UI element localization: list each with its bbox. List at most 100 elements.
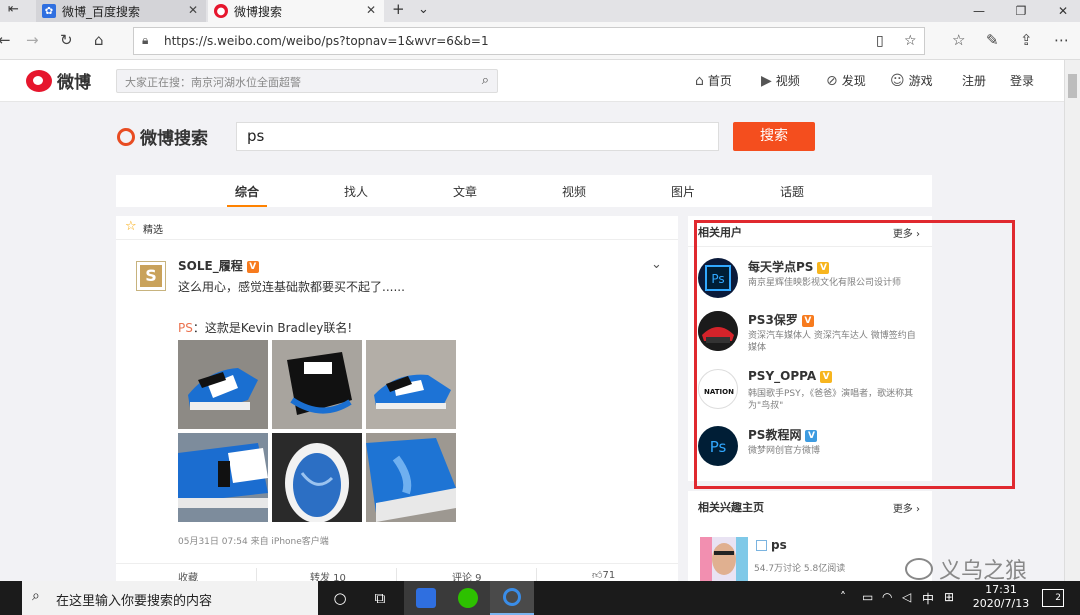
post-photo[interactable] — [366, 433, 456, 522]
close-window-icon[interactable]: ✕ — [1046, 0, 1080, 22]
address-bar[interactable]: 🔒︎ https://s.weibo.com/weibo/ps?topnav=1… — [133, 27, 925, 55]
post-author[interactable]: SOLE_履程 V — [178, 257, 259, 274]
ime-mode-icon[interactable]: ⊞ — [944, 590, 954, 604]
cortana-icon[interactable]: ○ — [318, 581, 362, 615]
search-button[interactable]: 搜索 — [733, 122, 815, 151]
taskbar-search-placeholder: 在这里输入你要搜索的内容 — [56, 594, 213, 609]
nav-label: 首页 — [707, 74, 732, 88]
url-text[interactable]: https://s.weibo.com/weibo/ps?topnav=1&wv… — [164, 34, 489, 48]
start-button[interactable] — [0, 581, 20, 615]
scroll-thumb[interactable] — [1068, 74, 1077, 98]
new-tab-icon[interactable]: + — [392, 0, 405, 18]
share-icon[interactable]: ⇪ — [1020, 31, 1033, 49]
nav-label: 注册 — [962, 74, 987, 88]
weibo-logo[interactable]: 微博 — [26, 68, 91, 93]
edge-app-icon[interactable] — [490, 581, 534, 615]
search-icon: ⌕ — [32, 588, 40, 604]
login-link[interactable]: 登录 — [1010, 72, 1034, 89]
post-photo[interactable] — [178, 340, 268, 429]
repost-button[interactable]: 转发 10 — [310, 569, 346, 581]
highlight-box — [694, 220, 1015, 489]
close-icon[interactable]: ✕ — [366, 3, 376, 17]
divider — [256, 568, 257, 581]
home-icon: ⌂ — [695, 72, 704, 89]
topic-name[interactable]: ps — [756, 538, 787, 552]
taskbar-search[interactable]: ⌕ 在这里输入你要搜索的内容 — [22, 581, 318, 615]
chevron-up-icon[interactable]: ˄ — [840, 590, 846, 604]
tab-images[interactable]: 图片 — [671, 183, 695, 200]
register-link[interactable]: 注册 — [962, 72, 986, 89]
favorites-icon[interactable]: ☆ — [952, 31, 965, 49]
wechat-app-icon[interactable] — [446, 581, 490, 615]
tab-actions-icon[interactable]: ⇤ — [8, 2, 19, 17]
topic-thumbnail[interactable] — [700, 537, 748, 581]
clock-date: 2020/7/13 — [972, 597, 1030, 610]
comment-button[interactable]: 评论 9 — [452, 569, 482, 581]
notification-button[interactable]: 2 — [1042, 589, 1064, 607]
like-button[interactable]: 👍︎71 — [592, 569, 615, 581]
more-icon[interactable]: ⋯ — [1054, 31, 1069, 49]
post-photo[interactable] — [272, 340, 362, 429]
divider — [536, 568, 537, 581]
tab-comprehensive[interactable]: 综合 — [235, 183, 259, 200]
query-input[interactable]: ps — [236, 122, 719, 151]
verified-badge-icon: V — [246, 260, 259, 273]
nav-home[interactable]: ⌂ 首页 — [695, 72, 732, 89]
nav-video[interactable]: ▶ 视频 — [761, 72, 800, 89]
pen-icon[interactable]: ✎ — [986, 31, 999, 49]
divider — [396, 568, 397, 581]
baidu-app-icon[interactable] — [404, 581, 448, 615]
featured-bar: ☆ 精选 — [116, 216, 678, 240]
browser-nav-bar: ← → ↻ ⌂ 🔒︎ https://s.weibo.com/weibo/ps?… — [0, 22, 1080, 60]
post-photo[interactable] — [366, 340, 456, 429]
nav-discover[interactable]: ⊘ 发现 — [826, 72, 866, 89]
video-icon: ▶ — [761, 72, 772, 89]
reading-view-icon[interactable]: ▯ — [876, 33, 884, 49]
related-topics-title: 相关兴趣主页 — [698, 501, 764, 514]
header-search-input[interactable]: 大家正在搜：南京河湖水位全面超警 ⌕ — [116, 69, 498, 93]
avatar-letter: S — [140, 265, 162, 287]
clock[interactable]: 17:31 2020/7/13 — [968, 583, 1034, 611]
page-scrollbar[interactable] — [1064, 60, 1080, 581]
more-topics-link[interactable]: 更多 › — [893, 500, 920, 515]
browser-tab-strip: ⇤ ✿ 微博_百度搜索 ✕ ● 微博搜索 ✕ + ⌄ — ❐ ✕ — [0, 0, 1080, 22]
active-tab-indicator — [227, 205, 267, 207]
maximize-icon[interactable]: ❐ — [1004, 0, 1038, 22]
search-icon[interactable]: ⌕ — [482, 73, 489, 88]
minimize-icon[interactable]: — — [962, 0, 996, 22]
browser-tab-weibo[interactable]: ● 微博搜索 ✕ — [208, 0, 384, 22]
battery-icon[interactable]: ▭ — [862, 590, 873, 604]
back-icon[interactable]: ← — [0, 31, 11, 49]
wechat-icon — [905, 558, 933, 580]
windows-taskbar: ⌕ 在这里输入你要搜索的内容 ○ ⧉ ˄ ▭ ◠ ◁ 中 ⊞ 17:31 202… — [0, 581, 1080, 615]
post-ps-line: PS：这款是Kevin Bradley联名! — [178, 319, 352, 336]
notification-count: 2 — [1055, 593, 1061, 603]
refresh-icon[interactable]: ↻ — [60, 31, 73, 49]
ime-indicator[interactable]: 中 — [922, 590, 934, 607]
home-icon[interactable]: ⌂ — [94, 31, 104, 49]
chevron-down-icon[interactable]: ⌄ — [418, 2, 429, 17]
like-count: 71 — [602, 570, 616, 581]
favorite-star-icon[interactable]: ☆ — [904, 33, 917, 49]
task-view-icon[interactable]: ⧉ — [358, 581, 402, 615]
thumbs-up-icon: 👍︎ — [592, 570, 603, 581]
chevron-down-icon[interactable]: ⌄ — [651, 257, 662, 272]
volume-icon[interactable]: ◁ — [902, 590, 911, 604]
tab-videos[interactable]: 视频 — [562, 183, 586, 200]
wifi-icon[interactable]: ◠ — [882, 590, 892, 604]
tab-people[interactable]: 找人 — [344, 183, 368, 200]
close-icon[interactable]: ✕ — [188, 3, 198, 17]
tab-articles[interactable]: 文章 — [453, 183, 477, 200]
post-photo[interactable] — [272, 433, 362, 522]
avatar[interactable]: S — [136, 261, 166, 291]
favorite-button[interactable]: 收藏 — [178, 569, 198, 581]
tab-topics[interactable]: 话题 — [780, 183, 804, 200]
search-logo-text: 微博搜索 — [140, 129, 208, 149]
nav-games[interactable]: ☺ 游戏 — [890, 72, 933, 89]
lock-icon: 🔒︎ — [142, 33, 149, 47]
forward-icon[interactable]: → — [26, 31, 39, 49]
weibo-eye-icon — [26, 69, 52, 92]
browser-tab-baidu[interactable]: ✿ 微博_百度搜索 ✕ — [36, 0, 206, 22]
nav-label: 登录 — [1010, 74, 1035, 88]
post-photo[interactable] — [178, 433, 268, 522]
